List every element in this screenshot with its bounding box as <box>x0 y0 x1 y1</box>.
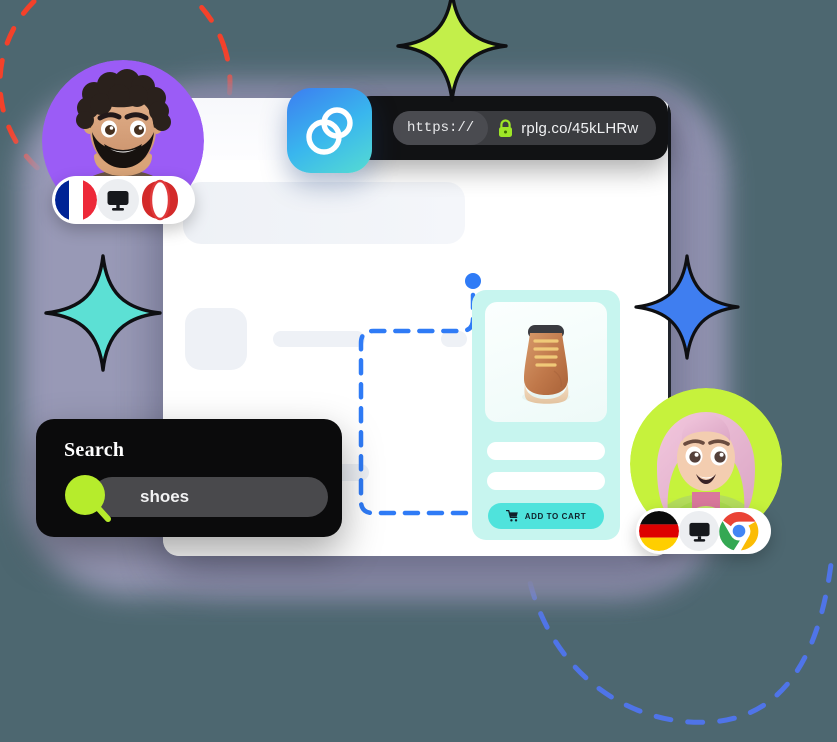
badges-right <box>636 508 771 554</box>
add-to-cart-label: ADD TO CART <box>524 511 587 521</box>
product-image <box>485 302 607 422</box>
search-panel: Search shoes <box>36 419 342 537</box>
product-placeholder-line <box>487 472 605 490</box>
url-bar[interactable]: https:// rplg.co/45kLHRw <box>355 96 668 160</box>
flow-start-dot <box>465 273 481 289</box>
lock-icon <box>499 118 513 137</box>
search-icon <box>65 475 111 522</box>
chrome-browser-badge[interactable] <box>719 511 759 551</box>
add-to-cart-button[interactable]: ADD TO CART <box>488 503 604 529</box>
product-placeholder-line <box>487 442 605 460</box>
interlocking-rings-icon <box>305 106 353 155</box>
illustration-stage: ADD TO CART https:// rplg.co/45kLHRw Sea… <box>0 0 837 725</box>
url-scheme: https:// <box>393 111 489 145</box>
shopping-cart-icon <box>505 510 518 522</box>
desktop-device-badge[interactable] <box>679 511 719 551</box>
hiking-boot-icon <box>522 325 570 404</box>
opera-browser-badge[interactable] <box>139 179 181 221</box>
search-input[interactable]: shoes <box>92 477 328 517</box>
flag-france-badge[interactable] <box>55 179 97 221</box>
url-host: rplg.co/45kLHRw <box>521 119 639 137</box>
product-card[interactable]: ADD TO CART <box>472 290 620 540</box>
opera-logo-icon <box>140 179 180 221</box>
chrome-logo-icon <box>719 511 759 551</box>
flag-germany-badge[interactable] <box>639 511 679 551</box>
replug-app-icon[interactable] <box>287 88 372 173</box>
skeleton-thumbnail <box>185 308 247 370</box>
skeleton-hero-block <box>183 182 465 244</box>
url-pill[interactable]: https:// rplg.co/45kLHRw <box>393 111 657 145</box>
search-panel-title: Search <box>64 439 125 461</box>
badges-left <box>52 176 195 224</box>
desktop-device-badge[interactable] <box>97 179 139 221</box>
desktop-monitor-icon <box>107 191 129 211</box>
desktop-monitor-icon <box>688 522 710 542</box>
